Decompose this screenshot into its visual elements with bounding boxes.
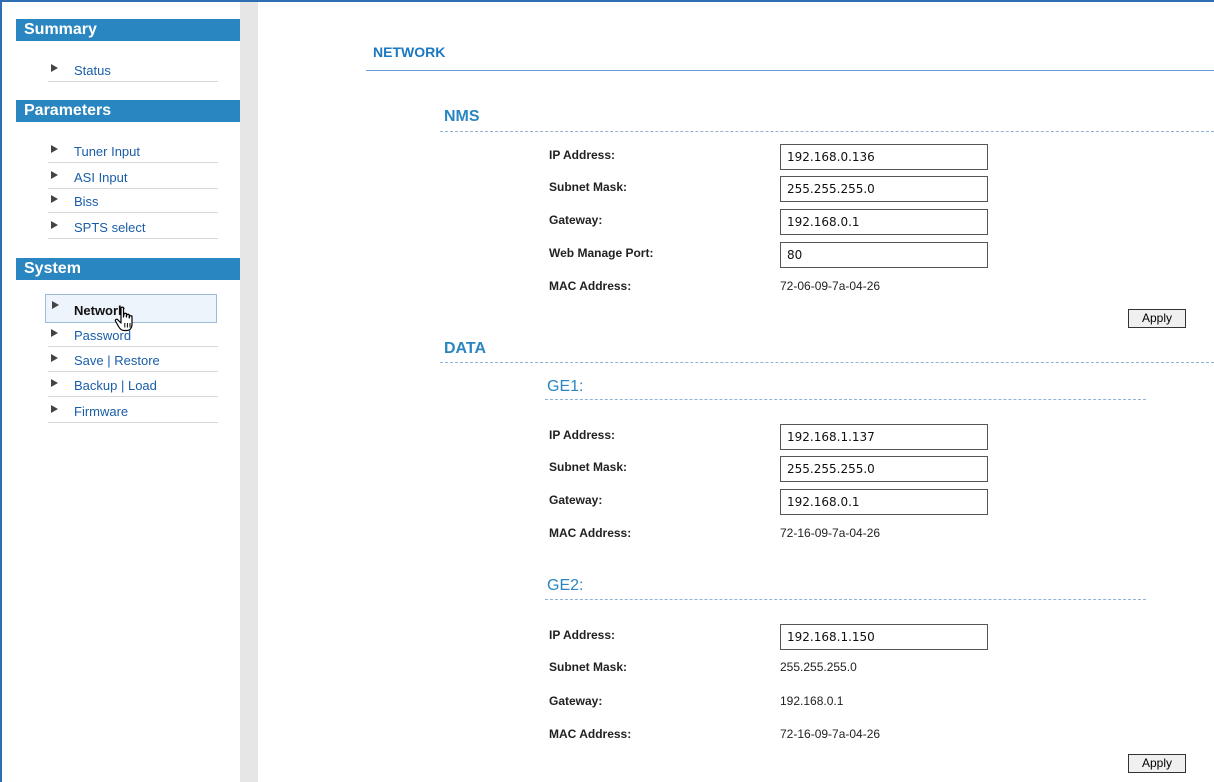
arrow-right-icon [51,221,58,229]
sidebar-item-firmware[interactable]: Firmware [48,401,218,423]
nms-ip-label: IP Address: [549,148,616,162]
ge2-ip-label: IP Address: [549,628,616,642]
ge2-ip-input[interactable] [780,624,988,650]
arrow-right-icon [51,195,58,203]
arrow-right-icon [51,379,58,387]
summary-header: Summary [16,19,240,41]
nms-section-title: NMS [444,108,480,125]
arrow-right-icon [51,145,58,153]
hand-cursor-icon [114,306,133,332]
nms-mac-value: 72-06-09-7a-04-26 [780,279,881,293]
ge2-mac-value: 72-16-09-7a-04-26 [780,727,881,741]
sidebar-item-label: Biss [74,194,99,209]
ge1-gateway-input[interactable] [780,489,988,515]
ge1-mac-value: 72-16-09-7a-04-26 [780,526,881,540]
sidebar-item-label: SPTS select [74,220,146,235]
arrow-right-icon [51,405,58,413]
sidebar-item-status[interactable]: Status [48,60,218,82]
ge1-ip-input[interactable] [780,424,988,450]
ge1-gateway-label: Gateway: [549,493,603,507]
ge2-gateway-value: 192.168.0.1 [780,694,844,708]
nms-subnet-mask-label: Subnet Mask: [549,180,628,194]
ge1-subnet-mask-input[interactable] [780,456,988,482]
ge1-mac-label: MAC Address: [549,526,632,540]
ge1-title: GE1: [547,378,584,395]
ge1-subnet-mask-label: Subnet Mask: [549,460,628,474]
nms-subnet-mask-input[interactable] [780,176,988,202]
ge1-divider [545,399,1146,400]
nms-gateway-label: Gateway: [549,213,603,227]
sidebar-item-spts-select[interactable]: SPTS select [48,217,218,239]
sidebar-item-label: ASI Input [74,170,128,185]
sidebar-item-label: Tuner Input [74,144,141,159]
parameters-header: Parameters [16,100,240,122]
nms-mac-label: MAC Address: [549,279,632,293]
nms-web-port-label: Web Manage Port: [549,246,654,260]
data-divider [440,362,1214,363]
sidebar-item-label: Status [74,63,111,78]
sidebar-item-backup-load[interactable]: Backup | Load [48,375,218,397]
ge2-title: GE2: [547,577,584,594]
sidebar-item-label: Save | Restore [74,353,160,368]
sidebar-item-label: Backup | Load [74,378,157,393]
ge2-subnet-mask-label: Subnet Mask: [549,660,628,674]
ge2-subnet-mask-value: 255.255.255.0 [780,660,857,674]
ge2-gateway-label: Gateway: [549,694,603,708]
system-header: System [16,258,240,280]
data-section-title: DATA [444,340,487,357]
arrow-right-icon [51,171,58,179]
arrow-right-icon [51,354,58,362]
arrow-right-icon [52,301,59,309]
sidebar-item-tuner-input[interactable]: Tuner Input [48,141,218,163]
nms-ip-input[interactable] [780,144,988,170]
title-divider [366,70,1214,71]
nms-apply-button[interactable]: Apply [1128,309,1186,328]
ge1-ip-label: IP Address: [549,428,616,442]
nms-gateway-input[interactable] [780,209,988,235]
nms-divider [440,131,1214,132]
page-title: NETWORK [373,44,446,60]
data-apply-button[interactable]: Apply [1128,754,1186,773]
arrow-right-icon [51,64,58,72]
nms-web-port-input[interactable] [780,242,988,268]
ge2-mac-label: MAC Address: [549,727,632,741]
sidebar-item-label: Firmware [74,404,129,419]
sidebar-item-save-restore[interactable]: Save | Restore [48,350,218,372]
sidebar-item-biss[interactable]: Biss [48,191,218,213]
arrow-right-icon [51,329,58,337]
ge2-divider [545,599,1146,600]
sidebar-gutter [240,2,258,782]
sidebar-item-asi-input[interactable]: ASI Input [48,167,218,189]
